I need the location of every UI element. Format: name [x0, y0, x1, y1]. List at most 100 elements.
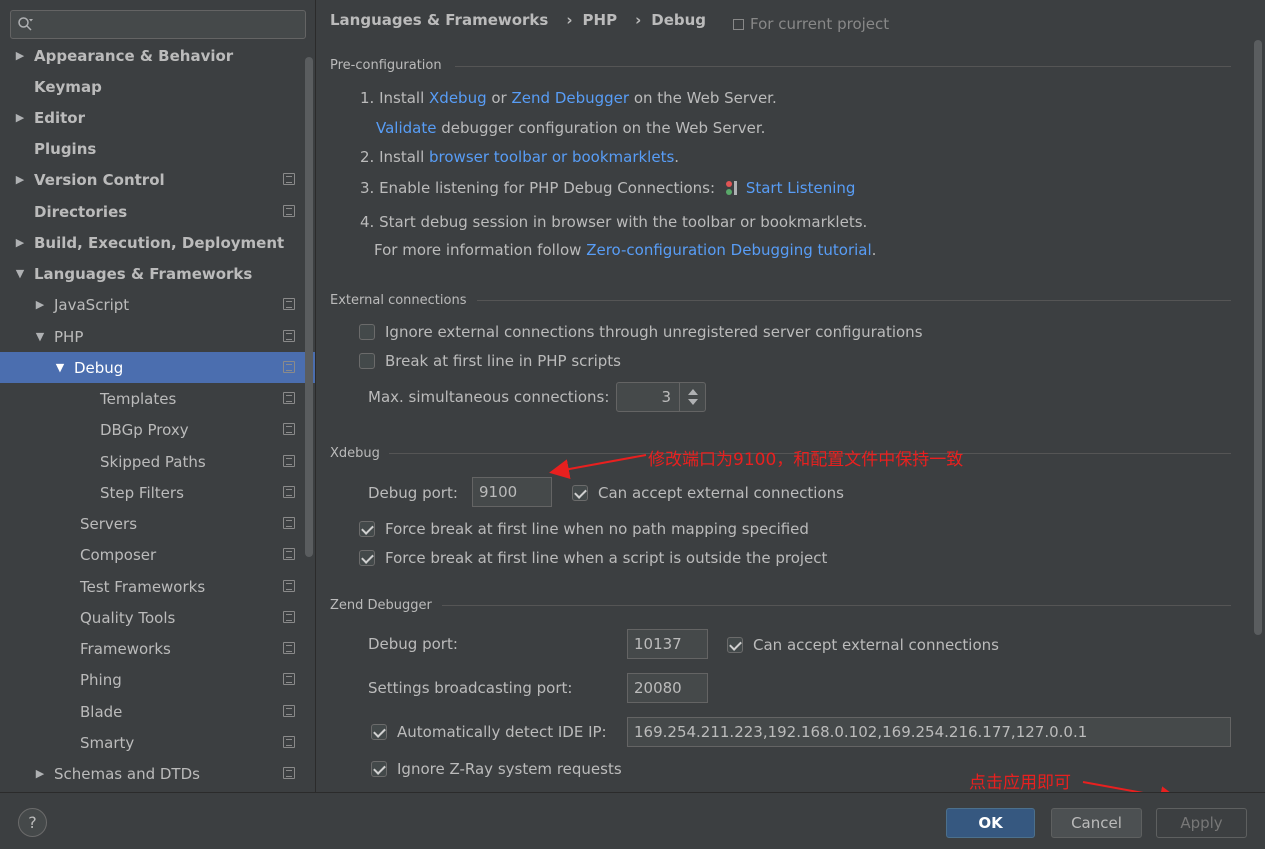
sidebar-item-debug[interactable]: ▼ Debug — [0, 352, 315, 383]
max-connections-spinner[interactable]: 3 — [616, 382, 706, 412]
project-scope-icon — [283, 298, 295, 310]
project-scope-icon — [283, 736, 295, 748]
break-first-line-checkbox-row[interactable]: Break at first line in PHP scripts — [359, 352, 621, 370]
sidebar-item-label: Build, Execution, Deployment — [34, 233, 285, 252]
xdebug-port-input[interactable]: 9100 — [472, 477, 552, 507]
force-break-outside-checkbox[interactable] — [359, 550, 375, 566]
project-scope-icon — [283, 548, 295, 560]
sidebar-item-label: Appearance & Behavior — [34, 46, 234, 65]
detect-ip-checkbox-row[interactable]: Automatically detect IDE IP: — [371, 723, 607, 741]
broadcast-port-input[interactable]: 20080 — [627, 673, 708, 703]
sidebar-item-step-filters[interactable]: Step Filters — [0, 477, 315, 508]
preconfig-more-info: For more information follow Zero-configu… — [374, 241, 876, 259]
sidebar-item-label: Blade — [80, 702, 123, 721]
break-first-line-checkbox[interactable] — [359, 353, 375, 369]
cancel-button[interactable]: Cancel — [1051, 808, 1142, 838]
search-input[interactable] — [10, 10, 306, 39]
project-scope-icon — [283, 330, 295, 342]
xdebug-accept-checkbox-row[interactable]: Can accept external connections — [572, 484, 844, 502]
sidebar-item-composer[interactable]: Composer — [0, 539, 315, 570]
start-listening-icon[interactable] — [724, 180, 740, 196]
force-break-no-mapping-row[interactable]: Force break at first line when no path m… — [359, 520, 809, 538]
project-scope-note: For current project — [733, 15, 889, 33]
ide-ip-input[interactable]: 169.254.211.223,192.168.0.102,169.254.21… — [627, 717, 1231, 747]
preconfig-step-3: 3. Enable listening for PHP Debug Connec… — [360, 179, 855, 197]
chevron-right-icon[interactable]: ▶ — [34, 298, 46, 311]
validate-link[interactable]: Validate — [376, 119, 436, 137]
sidebar-item-smarty[interactable]: Smarty — [0, 727, 315, 758]
sidebar-item-servers[interactable]: Servers — [0, 508, 315, 539]
sidebar-item-dbgp-proxy[interactable]: DBGp Proxy — [0, 414, 315, 445]
sidebar-item-directories[interactable]: Directories — [0, 196, 315, 227]
chevron-down-icon[interactable]: ▼ — [34, 330, 46, 343]
sidebar-item-templates[interactable]: Templates — [0, 383, 315, 414]
force-break-no-mapping-checkbox[interactable] — [359, 521, 375, 537]
sidebar-scrollbar[interactable] — [305, 57, 313, 557]
sidebar-item-test-frameworks[interactable]: Test Frameworks — [0, 571, 315, 602]
panel-scrollbar[interactable] — [1254, 40, 1262, 635]
zray-checkbox-row[interactable]: Ignore Z-Ray system requests — [371, 760, 622, 778]
chevron-right-icon[interactable]: ▶ — [14, 236, 26, 249]
section-divider — [477, 300, 1231, 301]
sidebar-item-label: Schemas and DTDs — [54, 764, 200, 783]
chevron-right-icon[interactable]: ▶ — [14, 173, 26, 186]
sidebar-item-blade[interactable]: Blade — [0, 696, 315, 727]
zend-debugger-link[interactable]: Zend Debugger — [512, 89, 630, 107]
help-button[interactable]: ? — [18, 808, 47, 837]
chevron-down-icon[interactable]: ▼ — [54, 361, 66, 374]
sidebar-item-label: JavaScript — [54, 295, 130, 314]
sidebar-item-schemas-dtds[interactable]: ▶ Schemas and DTDs — [0, 758, 315, 789]
sidebar-item-label: Step Filters — [100, 483, 184, 502]
sidebar-item-quality-tools[interactable]: Quality Tools — [0, 602, 315, 633]
zend-accept-checkbox-row[interactable]: Can accept external connections — [727, 636, 999, 654]
checkbox-label: Automatically detect IDE IP: — [397, 723, 607, 741]
detect-ip-checkbox[interactable] — [371, 724, 387, 740]
chevron-down-icon[interactable]: ▼ — [14, 267, 26, 280]
chevron-right-icon[interactable]: ▶ — [34, 767, 46, 780]
sidebar-item-appearance-behavior[interactable]: ▶ Appearance & Behavior — [0, 40, 315, 71]
xdebug-link[interactable]: Xdebug — [429, 89, 487, 107]
browser-toolbar-link[interactable]: browser toolbar or bookmarklets — [429, 148, 674, 166]
apply-button[interactable]: Apply — [1156, 808, 1247, 838]
spinner-down-icon[interactable] — [688, 399, 698, 405]
checkbox-label: Ignore external connections through unre… — [385, 323, 923, 341]
sidebar-item-plugins[interactable]: Plugins — [0, 133, 315, 164]
sidebar-item-keymap[interactable]: Keymap — [0, 71, 315, 102]
sidebar-item-php[interactable]: ▼ PHP — [0, 321, 315, 352]
preconfig-step-1: 1. Install Xdebug or Zend Debugger on th… — [360, 89, 777, 107]
sidebar-item-build-execution-deployment[interactable]: ▶ Build, Execution, Deployment — [0, 227, 315, 258]
spinner-value: 3 — [661, 388, 671, 406]
sidebar-item-javascript[interactable]: ▶ JavaScript — [0, 289, 315, 320]
sidebar-item-editor[interactable]: ▶ Editor — [0, 102, 315, 133]
start-listening-link[interactable]: Start Listening — [746, 179, 856, 197]
chevron-right-icon[interactable]: ▶ — [14, 111, 26, 124]
breadcrumb-item: Languages & Frameworks — [330, 11, 549, 29]
project-scope-icon — [283, 517, 295, 529]
zray-checkbox[interactable] — [371, 761, 387, 777]
ignore-external-checkbox[interactable] — [359, 324, 375, 340]
section-title-zend: Zend Debugger — [330, 598, 432, 613]
ignore-external-checkbox-row[interactable]: Ignore external connections through unre… — [359, 323, 923, 341]
sidebar-item-languages-frameworks[interactable]: ▼ Languages & Frameworks — [0, 258, 315, 289]
sidebar-item-label: Version Control — [34, 170, 165, 189]
project-scope-icon — [283, 673, 295, 685]
preconfig-step-4: 4. Start debug session in browser with t… — [360, 213, 868, 231]
sidebar-item-frameworks[interactable]: Frameworks — [0, 633, 315, 664]
sidebar-item-version-control[interactable]: ▶ Version Control — [0, 164, 315, 195]
ok-button[interactable]: OK — [946, 808, 1035, 838]
zend-port-input[interactable]: 10137 — [627, 629, 708, 659]
sidebar-item-phing[interactable]: Phing — [0, 664, 315, 695]
xdebug-accept-checkbox[interactable] — [572, 485, 588, 501]
chevron-right-icon[interactable]: ▶ — [14, 49, 26, 62]
spinner-arrows[interactable] — [679, 383, 705, 411]
sidebar-item-skipped-paths[interactable]: Skipped Paths — [0, 446, 315, 477]
checkbox-label: Can accept external connections — [753, 636, 999, 654]
section-title-xdebug: Xdebug — [330, 446, 380, 461]
sidebar-item-label: Editor — [34, 108, 85, 127]
spinner-up-icon[interactable] — [688, 389, 698, 395]
zend-accept-checkbox[interactable] — [727, 637, 743, 653]
tutorial-link[interactable]: Zero-configuration Debugging tutorial — [586, 241, 871, 259]
sidebar-item-label: DBGp Proxy — [100, 420, 189, 439]
force-break-outside-row[interactable]: Force break at first line when a script … — [359, 549, 827, 567]
text: For more information follow — [374, 241, 582, 259]
